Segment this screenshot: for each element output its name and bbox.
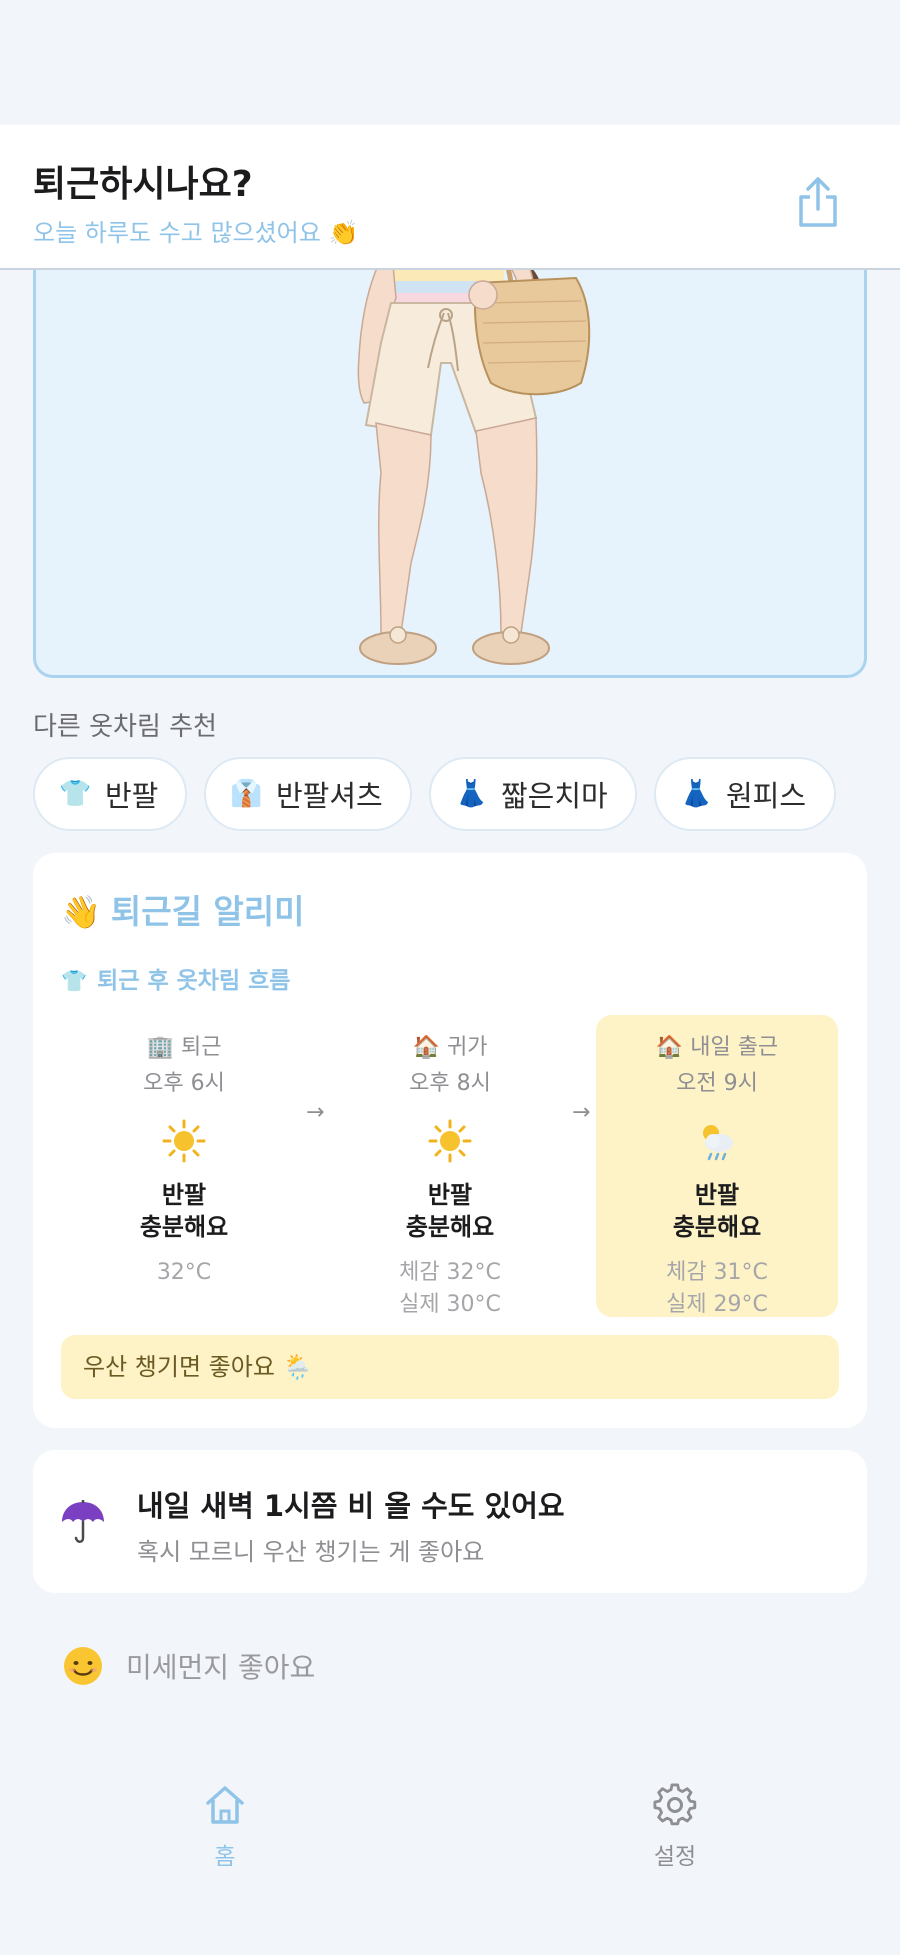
temp-line: 체감 31°C (666, 1260, 768, 1285)
rain-alert-subtitle: 혹시 모르니 우산 챙기는 게 좋아요 (137, 1538, 485, 1566)
tab-bar: 홈 설정 (0, 1763, 900, 1955)
column-head-label: 내일 출근 (690, 1035, 779, 1060)
tshirt-icon: 👕 (59, 779, 92, 809)
temp-line: 실제 29°C (666, 1292, 768, 1317)
column-temp: 체감 31°C 실제 29°C (596, 1257, 838, 1321)
tab-home-label: 홈 (214, 1844, 236, 1870)
chip-one-piece[interactable]: 👗 원피스 (654, 757, 836, 831)
commute-title-text: 퇴근길 알리미 (110, 892, 305, 931)
column-time: 오후 6시 (143, 1071, 225, 1096)
share-icon[interactable] (795, 175, 841, 229)
cloud-rain-icon (596, 1119, 838, 1163)
chip-short-skirt[interactable]: 👗 짧은치마 (429, 757, 637, 831)
sun-icon (63, 1119, 305, 1163)
house-icon: 🏠 (412, 1035, 440, 1060)
commute-title: 👋 퇴근길 알리미 (61, 885, 305, 933)
office-icon: 🏢 (146, 1035, 174, 1060)
chip-short-sleeve[interactable]: 👕 반팔 (33, 757, 187, 831)
outfit-card (33, 200, 867, 678)
commute-card: 👋 퇴근길 알리미 👕 퇴근 후 옷차림 흐름 🏢 퇴근 오후 6시 반팔충분해요 … (33, 853, 867, 1428)
temp-line: 실제 30°C (399, 1292, 501, 1317)
column-time: 오전 9시 (676, 1071, 758, 1096)
clothing-line: 충분해요 (672, 1213, 762, 1241)
umbrella-note: 우산 챙기면 좋아요 🌦️ (61, 1335, 839, 1399)
column-temp: 체감 32°C 실제 30°C (329, 1257, 571, 1321)
timeline-column-leave-work: 🏢 퇴근 오후 6시 반팔충분해요 32°C (63, 1015, 305, 1317)
tab-settings[interactable]: 설정 (615, 1783, 735, 1871)
clothing-line: 충분해요 (405, 1213, 495, 1241)
arrow-icon: → (572, 1100, 591, 1125)
page-title: 퇴근하시나요? (33, 164, 253, 205)
sun-icon (329, 1119, 571, 1163)
column-time: 오후 8시 (409, 1071, 491, 1096)
column-head: 🏢 퇴근 (63, 1029, 305, 1061)
timeline-column-home: 🏠 귀가 오후 8시 반팔충분해요 체감 32°C 실제 30°C (329, 1015, 571, 1317)
dress-icon: 👗 (680, 779, 713, 809)
chip-short-sleeve-shirt[interactable]: 👔 반팔셔츠 (204, 757, 412, 831)
dress-icon: 👗 (455, 779, 488, 809)
clothing-line: 반팔 (161, 1181, 207, 1209)
page-subtitle: 오늘 하루도 수고 많으셨어요 👏 (33, 219, 359, 247)
column-head: 🏠 내일 출근 (596, 1029, 838, 1061)
chip-label: 짧은치마 (501, 779, 608, 813)
chip-label: 반팔셔츠 (276, 779, 383, 813)
column-head-label: 퇴근 (180, 1035, 222, 1060)
temp-line: 32°C (156, 1260, 212, 1285)
umbrella-icon (62, 1500, 104, 1543)
column-head-label: 귀가 (446, 1035, 488, 1060)
column-clothing: 반팔충분해요 (596, 1179, 838, 1243)
rain-alert-title: 내일 새벽 1시쯤 비 올 수도 있어요 (137, 1489, 565, 1523)
shirt-icon: 👔 (230, 779, 263, 809)
house-icon: 🏠 (655, 1035, 684, 1060)
flow-label: 👕 퇴근 후 옷차림 흐름 (61, 961, 290, 995)
rain-alert-card: 내일 새벽 1시쯤 비 올 수도 있어요 혹시 모르니 우산 챙기는 게 좋아요 (33, 1450, 867, 1593)
flow-label-text: 퇴근 후 옷차림 흐름 (97, 968, 291, 994)
dust-label: 미세먼지 좋아요 (126, 1651, 316, 1684)
chip-label: 원피스 (726, 779, 807, 813)
tab-home[interactable]: 홈 (165, 1783, 285, 1871)
column-temp: 32°C (63, 1257, 305, 1289)
column-head: 🏠 귀가 (329, 1029, 571, 1061)
clothing-line: 반팔 (427, 1181, 473, 1209)
column-clothing: 반팔충분해요 (329, 1179, 571, 1243)
tshirt-icon: 👕 (61, 969, 88, 993)
dust-status: 미세먼지 좋아요 (62, 1645, 315, 1687)
outfit-chip-row: 👕 반팔 👔 반팔셔츠 👗 짧은치마 👗 원피스 (33, 757, 883, 833)
arrow-icon: → (306, 1100, 325, 1125)
timeline-column-tomorrow: 🏠 내일 출근 오전 9시 반팔충분해요 체감 31°C 실제 29°C (596, 1015, 838, 1317)
home-icon (206, 1786, 244, 1824)
chip-label: 반팔 (105, 779, 159, 813)
temp-line: 체감 32°C (399, 1260, 501, 1285)
app-header: 퇴근하시나요? 오늘 하루도 수고 많으셨어요 👏 (0, 125, 900, 270)
clothing-line: 충분해요 (139, 1213, 229, 1241)
tab-settings-label: 설정 (653, 1844, 697, 1870)
clothing-line: 반팔 (694, 1181, 740, 1209)
gear-icon (653, 1783, 697, 1826)
column-clothing: 반팔충분해요 (63, 1179, 305, 1243)
outfit-illustration (357, 240, 591, 665)
smile-icon (64, 1647, 102, 1685)
recommend-label: 다른 옷차림 추천 (33, 712, 217, 742)
waving-hand-icon: 👋 (61, 893, 101, 931)
